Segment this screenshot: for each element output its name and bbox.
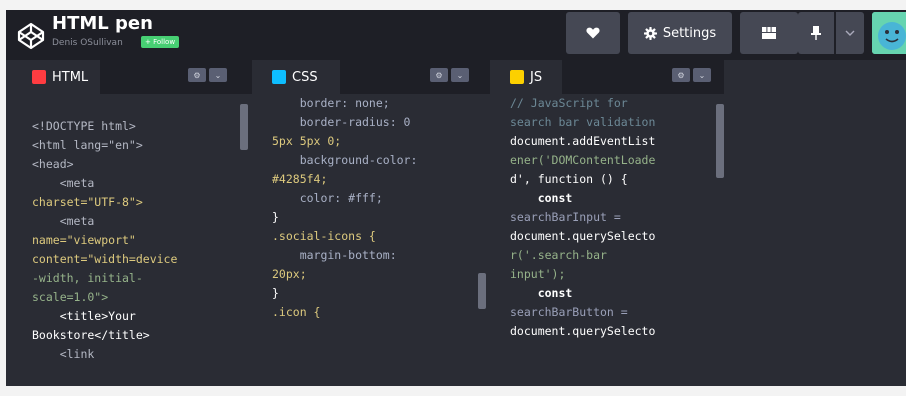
- code-line: <meta: [32, 176, 95, 190]
- js-collapse-button[interactable]: ⌄: [693, 68, 711, 82]
- code-line: searchBarButton =: [510, 305, 628, 319]
- code-line: <html lang="en">: [32, 138, 143, 152]
- header: HTML pen Denis OSullivan + Follow Settin…: [6, 10, 906, 60]
- code-line: search bar validation: [510, 115, 656, 129]
- settings-button[interactable]: Settings: [628, 12, 732, 54]
- html-scrollbar[interactable]: [240, 104, 248, 150]
- code-line: const: [510, 191, 573, 205]
- pin-button[interactable]: [798, 12, 834, 54]
- js-code[interactable]: // JavaScript for search bar validation …: [500, 94, 724, 386]
- follow-button[interactable]: + Follow: [141, 36, 180, 48]
- tab-js-label: JS: [530, 69, 543, 85]
- code-line: }: [272, 286, 279, 300]
- code-line: <title>Your: [32, 309, 136, 323]
- js-tabbar: JS ⚙ ⌄: [500, 60, 724, 94]
- code-line: // JavaScript for: [510, 96, 628, 110]
- html-editor-controls: ⚙ ⌄: [188, 68, 227, 82]
- chevron-down-icon: ⌄: [214, 70, 222, 80]
- tab-css-label: CSS: [292, 69, 318, 85]
- avatar-image: [872, 12, 906, 54]
- chevron-down-icon: ⌄: [456, 70, 464, 80]
- chevron-down-icon: [845, 30, 855, 36]
- js-settings-button[interactable]: ⚙: [672, 68, 690, 82]
- tab-html[interactable]: HTML: [22, 60, 100, 94]
- codepen-logo-icon[interactable]: [16, 21, 46, 51]
- chevron-down-icon: ⌄: [698, 70, 706, 80]
- code-line: 5px 5px 0;: [272, 134, 342, 148]
- code-line: r('.search-bar: [510, 248, 607, 262]
- css-tabbar: CSS ⚙ ⌄: [262, 60, 490, 94]
- avatar[interactable]: [872, 12, 906, 54]
- js-editor-controls: ⚙ ⌄: [672, 68, 711, 82]
- code-line: content="width=device: [32, 252, 178, 266]
- css-code[interactable]: border: none; border-radius: 0 5px 5px 0…: [262, 94, 490, 386]
- code-line: d', function () {: [510, 172, 628, 186]
- code-line: .icon {: [272, 305, 321, 319]
- code-line: color: #fff;: [272, 191, 383, 205]
- html-collapse-button[interactable]: ⌄: [209, 68, 227, 82]
- tab-html-label: HTML: [52, 69, 89, 85]
- pin-icon: [811, 26, 821, 40]
- pen-title[interactable]: HTML pen: [52, 13, 153, 34]
- code-line: searchBarInput =: [510, 210, 621, 224]
- html-tabbar: HTML ⚙ ⌄: [22, 60, 252, 94]
- code-line: charset="UTF-8">: [32, 195, 143, 209]
- gear-icon: ⚙: [677, 70, 685, 80]
- gear-icon: ⚙: [435, 70, 443, 80]
- app-window: HTML pen Denis OSullivan + Follow Settin…: [6, 10, 906, 386]
- code-line: }: [272, 210, 279, 224]
- gear-icon: ⚙: [193, 70, 201, 80]
- js-icon: [510, 70, 524, 84]
- code-line: document.querySelecto: [510, 229, 656, 243]
- code-line: border-radius: 0: [272, 115, 411, 129]
- js-editor-panel: JS ⚙ ⌄ // JavaScript for search bar vali…: [500, 60, 724, 386]
- html-code[interactable]: <!DOCTYPE html> <html lang="en"> <head> …: [22, 94, 252, 386]
- code-line: #4285f4;: [272, 172, 328, 186]
- code-line: ener('DOMContentLoade: [510, 153, 656, 167]
- css-collapse-button[interactable]: ⌄: [451, 68, 469, 82]
- css-editor-controls: ⚙ ⌄: [430, 68, 469, 82]
- code-line: -width, initial-: [32, 271, 143, 285]
- html-icon: [32, 70, 46, 84]
- result-preview-panel[interactable]: [724, 60, 906, 386]
- editor-area: HTML ⚙ ⌄ <!DOCTYPE html> <html lang="en"…: [6, 60, 906, 386]
- pin-menu-button[interactable]: [836, 12, 864, 54]
- html-settings-button[interactable]: ⚙: [188, 68, 206, 82]
- code-line: margin-bottom:: [272, 248, 397, 262]
- heart-icon: [586, 27, 600, 39]
- code-line: name="viewport": [32, 233, 136, 247]
- code-line: document.querySelecto: [510, 324, 656, 338]
- tab-css[interactable]: CSS: [262, 60, 340, 94]
- code-line: document.addEventList: [510, 134, 656, 148]
- code-line: const: [510, 286, 573, 300]
- gear-icon: [643, 26, 657, 40]
- love-button[interactable]: [566, 12, 620, 54]
- author-name[interactable]: Denis OSullivan: [52, 38, 123, 48]
- settings-label: Settings: [662, 25, 717, 41]
- css-settings-button[interactable]: ⚙: [430, 68, 448, 82]
- tab-js[interactable]: JS: [500, 60, 562, 94]
- css-editor-panel: CSS ⚙ ⌄ border: none; border-radius: 0 5…: [262, 60, 490, 386]
- change-view-button[interactable]: [740, 12, 798, 54]
- code-line: scale=1.0">: [32, 290, 109, 304]
- code-line: 20px;: [272, 267, 307, 281]
- code-line: Bookstore</title>: [32, 328, 150, 342]
- code-line: <link: [32, 347, 95, 361]
- layout-grid-icon: [762, 27, 776, 39]
- code-line: .social-icons {: [272, 229, 376, 243]
- code-line: <head>: [32, 157, 74, 171]
- css-scrollbar[interactable]: [478, 273, 486, 309]
- code-line: <!DOCTYPE html>: [32, 119, 136, 133]
- code-line: <meta: [32, 214, 95, 228]
- js-scrollbar[interactable]: [716, 104, 724, 178]
- code-line: border: none;: [272, 96, 390, 110]
- css-icon: [272, 70, 286, 84]
- code-line: background-color:: [272, 153, 418, 167]
- html-editor-panel: HTML ⚙ ⌄ <!DOCTYPE html> <html lang="en"…: [22, 60, 252, 386]
- code-line: input');: [510, 267, 566, 281]
